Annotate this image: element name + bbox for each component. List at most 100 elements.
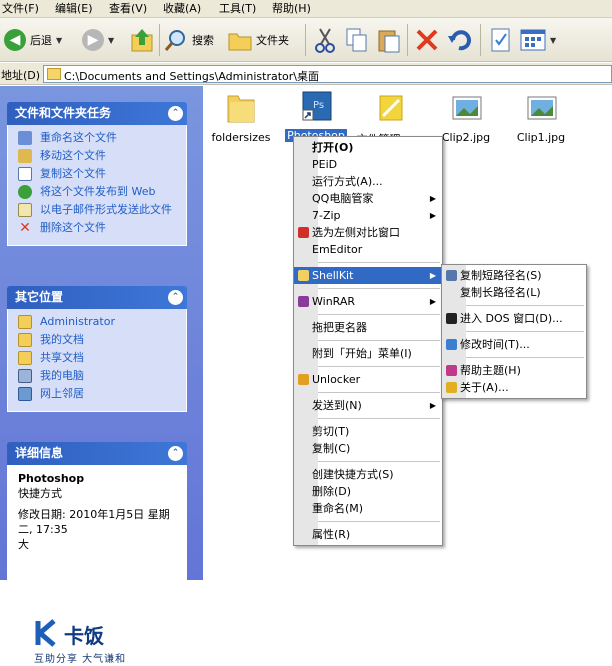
submenu-item[interactable]: 帮助主题(H): [442, 362, 586, 379]
dos-icon: [446, 313, 457, 324]
file-item-clip1[interactable]: Clip1.jpg: [506, 92, 576, 144]
submenu-item[interactable]: 复制长路径名(L): [442, 284, 586, 301]
submenu-item[interactable]: 关于(A)...: [442, 379, 586, 396]
submenu-item[interactable]: 进入 DOS 窗口(D)...: [442, 310, 586, 327]
copy-button[interactable]: [345, 22, 369, 58]
delete-button[interactable]: [415, 22, 439, 58]
context-menu-item[interactable]: 选为左侧对比窗口: [294, 224, 442, 241]
context-menu-item[interactable]: PEiD: [294, 156, 442, 173]
search-icon: [164, 30, 185, 51]
context-menu-item[interactable]: EmEditor: [294, 241, 442, 258]
context-menu-item[interactable]: 复制(C): [294, 440, 442, 457]
menu-item-label: 帮助主题(H): [460, 364, 521, 377]
context-menu: 打开(O) PEiD 运行方式(A)... QQ电脑管家 ▶ 7-Zip ▶ 选为左侧对比窗口…: [293, 136, 443, 546]
menu-separator: [462, 331, 584, 332]
task-label: 移动这个文件: [40, 149, 106, 162]
task-copy[interactable]: 复制这个文件: [18, 167, 180, 181]
up-folder-button[interactable]: [130, 22, 154, 58]
menu-item-label: 进入 DOS 窗口(D)...: [460, 312, 563, 325]
file-item-photoshop[interactable]: Ps Photoshop: [281, 90, 351, 142]
details-header[interactable]: 详细信息 ⌃: [7, 442, 187, 465]
task-move[interactable]: 移动这个文件: [18, 149, 180, 163]
folder-icon: [227, 95, 255, 123]
menu-item-label: 复制短路径名(S): [460, 269, 542, 282]
cut-button[interactable]: [313, 22, 337, 58]
paste-button[interactable]: [377, 22, 401, 58]
context-menu-item[interactable]: WinRAR ▶: [294, 293, 442, 310]
image-icon: [452, 96, 482, 120]
context-menu-item[interactable]: 属性(R): [294, 526, 442, 543]
rename-icon: [18, 131, 32, 145]
back-label: 后退: [30, 34, 52, 47]
submenu-arrow-icon: ▶: [429, 401, 436, 410]
context-menu-item[interactable]: 打开(O): [294, 139, 442, 156]
task-rename[interactable]: 重命名这个文件: [18, 131, 180, 145]
back-button[interactable]: ◀ 后退 ▼: [4, 22, 62, 58]
help-book-icon: [446, 365, 457, 376]
submenu-item[interactable]: 复制短路径名(S): [442, 267, 586, 284]
folders-button[interactable]: 文件夹: [228, 22, 289, 58]
context-menu-item[interactable]: 运行方式(A)...: [294, 173, 442, 190]
menu-item-label: 修改时间(T)...: [460, 338, 530, 351]
image-icon: [527, 96, 557, 120]
menu-separator: [314, 461, 440, 462]
toolbar-separator: [305, 24, 306, 56]
toolbar-separator: [480, 24, 481, 56]
task-delete[interactable]: ✕ 删除这个文件: [18, 221, 180, 235]
context-menu-item[interactable]: ShellKit ▶: [294, 267, 442, 284]
details-title: 详细信息: [15, 446, 64, 460]
place-network[interactable]: 网上邻居: [18, 387, 180, 401]
submenu-item[interactable]: 修改时间(T)...: [442, 336, 586, 353]
task-email[interactable]: 以电子邮件形式发送此文件: [18, 203, 180, 217]
task-publish[interactable]: 将这个文件发布到 Web: [18, 185, 180, 199]
collapse-chevron-icon[interactable]: ⌃: [168, 106, 183, 121]
forward-button[interactable]: ▶ ▼: [82, 22, 114, 58]
menu-separator: [462, 357, 584, 358]
context-menu-item[interactable]: 7-Zip ▶: [294, 207, 442, 224]
collapse-chevron-icon[interactable]: ⌃: [168, 290, 183, 305]
context-menu-item[interactable]: 附到「开始」菜单(I): [294, 345, 442, 362]
submenu-arrow-icon: ▶: [429, 194, 436, 203]
menu-view[interactable]: 查看(V): [109, 1, 147, 17]
file-tasks-title: 文件和文件夹任务: [15, 106, 112, 120]
context-menu-item[interactable]: 发送到(N) ▶: [294, 397, 442, 414]
context-menu-item[interactable]: 拖把更名器: [294, 319, 442, 336]
undo-button[interactable]: [447, 22, 471, 58]
properties-button[interactable]: [489, 22, 513, 58]
menu-file[interactable]: 文件(F): [2, 1, 39, 17]
menu-edit[interactable]: 编辑(E): [55, 1, 93, 17]
collapse-chevron-icon[interactable]: ⌃: [168, 446, 183, 461]
file-item-foldersizes[interactable]: foldersizes: [206, 92, 276, 144]
context-menu-item[interactable]: 重命名(M): [294, 500, 442, 517]
file-tasks-header[interactable]: 文件和文件夹任务 ⌃: [7, 102, 187, 125]
svg-text:Ps: Ps: [313, 100, 324, 111]
menu-separator: [314, 392, 440, 393]
menu-item-label: 拖把更名器: [312, 321, 367, 334]
menu-favorites[interactable]: 收藏(A): [163, 1, 201, 17]
computer-icon: [18, 369, 32, 383]
menu-tools[interactable]: 工具(T): [219, 1, 256, 17]
context-menu-item[interactable]: 剪切(T): [294, 423, 442, 440]
menu-item-label: 创建快捷方式(S): [312, 468, 394, 481]
context-menu-item[interactable]: QQ电脑管家 ▶: [294, 190, 442, 207]
menu-item-label: 复制长路径名(L): [460, 286, 541, 299]
other-places-header[interactable]: 其它位置 ⌃: [7, 286, 187, 309]
place-shared-documents[interactable]: 共享文档: [18, 351, 180, 365]
chevron-down-icon: ▼: [108, 35, 115, 45]
menu-separator: [314, 366, 440, 367]
views-button[interactable]: ▼: [520, 22, 556, 58]
context-menu-item[interactable]: Unlocker: [294, 371, 442, 388]
place-my-computer[interactable]: 我的电脑: [18, 369, 180, 383]
search-button[interactable]: 搜索: [164, 22, 214, 58]
details-panel: 详细信息 ⌃ Photoshop 快捷方式 修改日期: 2010年1月5日 星期二…: [7, 442, 187, 605]
address-input[interactable]: C:\Documents and Settings\Administrator\…: [43, 65, 612, 83]
place-administrator[interactable]: Administrator: [18, 315, 180, 329]
clock-icon: [446, 339, 457, 350]
context-menu-item[interactable]: 删除(D): [294, 483, 442, 500]
menu-item-label: 重命名(M): [312, 502, 364, 515]
place-label: Administrator: [40, 315, 115, 328]
place-my-documents[interactable]: 我的文档: [18, 333, 180, 347]
context-menu-item[interactable]: 创建快捷方式(S): [294, 466, 442, 483]
place-label: 我的电脑: [40, 369, 84, 382]
menu-help[interactable]: 帮助(H): [272, 1, 311, 17]
